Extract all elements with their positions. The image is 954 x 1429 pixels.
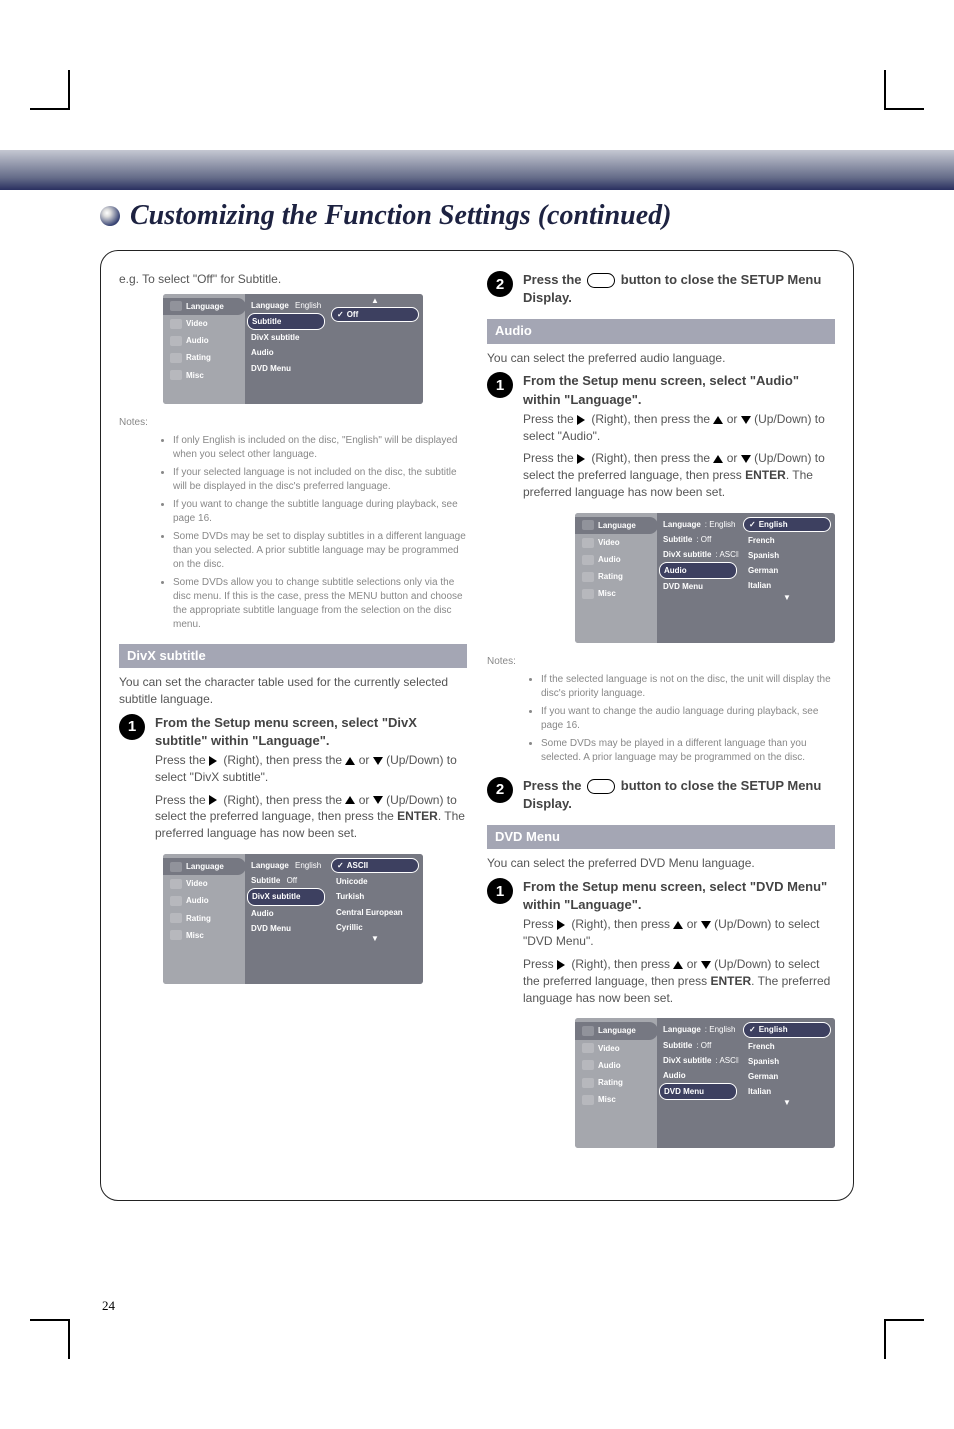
video-tab-icon bbox=[170, 879, 182, 889]
audio-step1-line2: Press the (Right), then press the or (Up… bbox=[523, 450, 835, 500]
page-title: Customizing the Function Settings (conti… bbox=[130, 200, 671, 232]
notes-label: Notes: bbox=[119, 416, 467, 430]
divx-step1-line2: Press the (Right), then press the or (Up… bbox=[155, 792, 467, 842]
rating-tab-icon bbox=[170, 913, 182, 923]
menu-screenshot-audio: Language Video Audio Rating Misc Languag… bbox=[575, 513, 835, 643]
crop-mark bbox=[874, 1309, 914, 1349]
dvd-menu-intro: You can select the preferred DVD Menu la… bbox=[487, 855, 835, 872]
misc-tab-icon bbox=[170, 370, 182, 380]
right-arrow-icon bbox=[577, 454, 585, 464]
divx-subtitle-heading: DivX subtitle bbox=[119, 644, 467, 668]
audio-notes-list: If the selected language is not on the d… bbox=[487, 673, 835, 765]
page-number: 24 bbox=[102, 1298, 115, 1314]
right-arrow-icon bbox=[577, 415, 585, 425]
setup-button-icon bbox=[587, 273, 615, 288]
audio-intro: You can select the preferred audio langu… bbox=[487, 350, 835, 367]
up-arrow-icon bbox=[673, 921, 683, 929]
right-arrow-icon bbox=[557, 960, 565, 970]
menu-screenshot-divx: Language Video Audio Rating Misc Languag… bbox=[163, 854, 423, 984]
subtitle-notes-list: If only English is included on the disc,… bbox=[119, 434, 467, 632]
audio-heading: Audio bbox=[487, 319, 835, 343]
rating-tab-icon bbox=[582, 1078, 594, 1088]
video-tab-icon bbox=[582, 538, 594, 548]
audio-tab-icon bbox=[582, 1060, 594, 1070]
rating-tab-icon bbox=[170, 353, 182, 363]
dvdmenu-step1-line1: Press (Right), then press or (Up/Down) t… bbox=[523, 916, 835, 950]
down-arrow-icon bbox=[741, 455, 751, 463]
crop-mark bbox=[40, 1309, 80, 1349]
misc-tab-icon bbox=[582, 1095, 594, 1105]
right-arrow-icon bbox=[209, 795, 217, 805]
scroll-down-icon: ▼ bbox=[331, 936, 419, 943]
language-tab-icon bbox=[582, 1026, 594, 1036]
down-arrow-icon bbox=[701, 921, 711, 929]
misc-tab-icon bbox=[170, 930, 182, 940]
audio-tab-icon bbox=[170, 336, 182, 346]
rating-tab-icon bbox=[582, 572, 594, 582]
up-arrow-icon bbox=[345, 757, 355, 765]
step-1-badge: 1 bbox=[119, 714, 145, 740]
divx-step1-title: From the Setup menu screen, select "DivX… bbox=[155, 714, 467, 750]
right-arrow-icon bbox=[557, 920, 565, 930]
up-arrow-icon bbox=[713, 416, 723, 424]
language-tab-icon bbox=[170, 862, 182, 872]
dvdmenu-step1-line2: Press (Right), then press or (Up/Down) t… bbox=[523, 956, 835, 1006]
audio-step1-title: From the Setup menu screen, select "Audi… bbox=[523, 372, 835, 408]
scroll-down-icon: ▼ bbox=[743, 1100, 831, 1107]
audio-tab-icon bbox=[582, 555, 594, 565]
down-arrow-icon bbox=[373, 796, 383, 804]
video-tab-icon bbox=[170, 319, 182, 329]
step-2-badge: 2 bbox=[487, 777, 513, 803]
dvdmenu-step1-title: From the Setup menu screen, select "DVD … bbox=[523, 878, 835, 914]
audio-tab-icon bbox=[170, 896, 182, 906]
language-tab-icon bbox=[170, 301, 182, 311]
divx-step2-title: Press the button to close the SETUP Menu… bbox=[523, 271, 835, 307]
scroll-up-icon: ▲ bbox=[331, 298, 419, 305]
step-1-badge: 1 bbox=[487, 878, 513, 904]
example-intro: e.g. To select "Off" for Subtitle. bbox=[119, 271, 467, 288]
notes-label: Notes: bbox=[487, 655, 835, 669]
down-arrow-icon bbox=[373, 757, 383, 765]
menu-screenshot-dvd-menu: Language Video Audio Rating Misc Languag… bbox=[575, 1018, 835, 1148]
left-column: e.g. To select "Off" for Subtitle. Langu… bbox=[119, 271, 467, 1160]
dvd-menu-heading: DVD Menu bbox=[487, 825, 835, 849]
up-arrow-icon bbox=[713, 455, 723, 463]
down-arrow-icon bbox=[701, 961, 711, 969]
setup-button-icon bbox=[587, 779, 615, 794]
up-arrow-icon bbox=[345, 796, 355, 804]
down-arrow-icon bbox=[741, 416, 751, 424]
language-tab-icon bbox=[582, 520, 594, 530]
step-1-badge: 1 bbox=[487, 372, 513, 398]
step-2-badge: 2 bbox=[487, 271, 513, 297]
misc-tab-icon bbox=[582, 589, 594, 599]
video-tab-icon bbox=[582, 1043, 594, 1053]
scroll-down-icon: ▼ bbox=[743, 595, 831, 602]
title-bullet-icon bbox=[100, 206, 120, 226]
audio-step1-line1: Press the (Right), then press the or (Up… bbox=[523, 411, 835, 445]
content-frame: e.g. To select "Off" for Subtitle. Langu… bbox=[100, 250, 854, 1201]
divx-intro: You can set the character table used for… bbox=[119, 674, 467, 708]
right-column: 2 Press the button to close the SETUP Me… bbox=[487, 271, 835, 1160]
audio-step2-title: Press the button to close the SETUP Menu… bbox=[523, 777, 835, 813]
up-arrow-icon bbox=[673, 961, 683, 969]
menu-screenshot-subtitle-off: Language Video Audio Rating Misc Languag… bbox=[163, 294, 423, 404]
right-arrow-icon bbox=[209, 756, 217, 766]
divx-step1-line1: Press the (Right), then press the or (Up… bbox=[155, 752, 467, 786]
